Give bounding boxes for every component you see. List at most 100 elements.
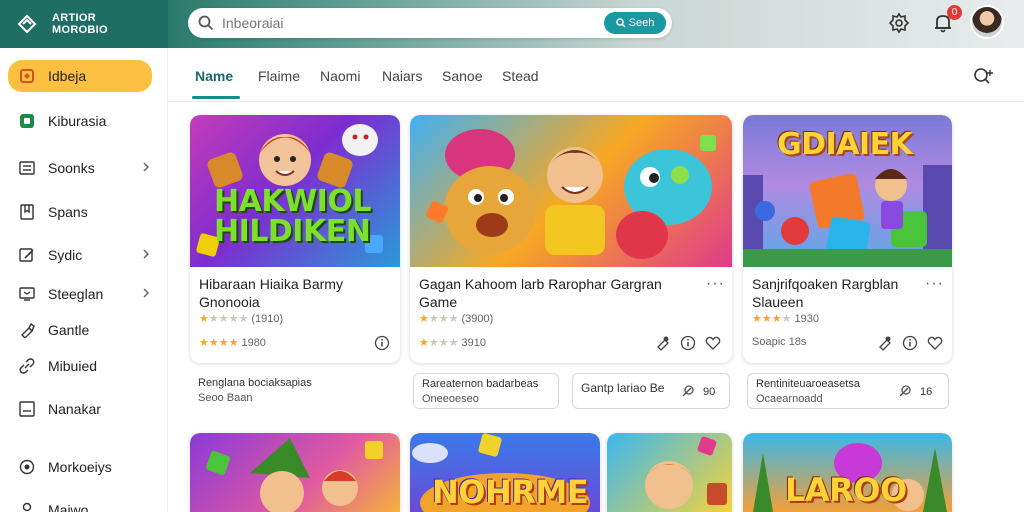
info-box-line2: Ocaearnoadd [756,393,823,405]
tab-bar: Name Flaime Naomi Naiars Sanoe Stead [168,48,1024,102]
star-rating-icon: ★★★★ [419,337,459,349]
game-card[interactable] [607,433,732,512]
user-search-icon[interactable] [972,64,996,88]
info-box-line1: Rentiniteuaroeasetsa [756,378,860,390]
more-options-icon[interactable]: ··· [925,275,944,293]
game-logo: HAKWIOL HILDIKEN [214,187,371,247]
game-thumbnail[interactable]: LAROO [743,433,952,512]
box-icon [18,400,36,418]
notification-bell-icon[interactable]: 0 [930,5,962,36]
link-icon [899,385,911,397]
tab-naomi[interactable]: Naomi [320,68,360,84]
game-thumbnail[interactable]: GDIAIEK [743,115,952,267]
tab-naiars[interactable]: Naiars [382,68,422,84]
search-button-icon [615,18,626,28]
heart-icon[interactable] [927,335,943,351]
sidebar-item-nanakar[interactable]: Nanakar [8,393,152,425]
search-bar: Seeh [188,8,672,38]
search-button-label: Seeh [628,17,655,29]
rating-count: 3910 [461,336,486,349]
game-card[interactable]: GDIAIEK Sanjrifqoaken Rargblan Slaueen ·… [743,115,952,363]
rating-row: ★★★★★ (1910) [199,312,284,326]
star-rating-icon: ★★★★ [419,313,459,325]
info-box[interactable]: Rentiniteuaroeasetsa Ocaearnoadd 16 [747,373,949,409]
info-box[interactable]: Rareaternon badarbeas Oneeoeseo [413,373,559,409]
sidebar-item-soonks[interactable]: Soonks [8,152,152,184]
sidebar-item-label: Steeglan [48,286,104,302]
avatar[interactable] [970,5,1004,39]
game-card[interactable]: HAKWIOL HILDIKEN Hibaraan Hiaika Barmy G… [190,115,400,363]
tab-stead[interactable]: Stead [502,68,539,84]
game-title-line1: Gagan Kahoom larb Rarophar Gargran [419,276,662,292]
game-logo: LAROO [785,471,907,509]
game-card[interactable]: LAROO [743,433,952,512]
tab-flaime[interactable]: Flaime [258,68,300,84]
info-box-extra: 16 [920,386,933,398]
game-title-line2: Game [419,294,458,310]
tab-sanoe[interactable]: Sanoe [442,68,482,84]
puzzle-icon [18,67,36,85]
game-card[interactable] [190,433,400,512]
info-box[interactable]: Renglana bociaksapias Seoo Baan [190,373,400,409]
search-button[interactable]: Seeh [604,12,666,34]
game-thumbnail[interactable]: HAKWIOL HILDIKEN [190,115,400,267]
sidebar-item-idbeja[interactable]: Idbeja [8,60,152,92]
game-thumbnail[interactable]: NOHRME [410,433,600,512]
sidebar-item-label: Soonks [48,160,95,176]
rating-count: 1980 [241,336,266,349]
controller-icon[interactable] [877,335,893,351]
info-box-line1: Gantp lariao Be [581,381,665,395]
search-input[interactable] [222,15,582,31]
info-box[interactable]: Gantp lariao Be 90 [572,373,730,409]
list-icon [18,159,36,177]
game-card[interactable]: NOHRME [410,433,600,512]
game-title-line2: Gnonooia [199,294,260,310]
controller-icon[interactable] [655,335,671,351]
app-logo[interactable]: ARTIOR MOROBIO [52,12,108,36]
game-card[interactable]: Gagan Kahoom larb Rarophar Gargran Game … [410,115,732,363]
rating-count: (1910) [251,312,284,325]
sidebar-item-kiburasia[interactable]: Kiburasia [8,105,152,137]
logo-line2: MOROBIO [52,24,108,36]
sidebar-item-label: Gantle [48,322,90,338]
sidebar-item-spans[interactable]: Spans [8,196,152,228]
top-bar: ARTIOR MOROBIO Seeh 0 [0,0,1024,48]
star-rating-icon: ★★★★ [752,313,792,325]
menu-icon[interactable] [16,13,38,35]
bookmark-icon [18,203,36,221]
game-title-line2: Slaueen [752,294,804,310]
sidebar-item-sydic[interactable]: Sydic [8,239,152,271]
info-icon[interactable] [680,335,696,351]
sidebar-item-label: Morkoeiys [48,459,112,475]
sidebar-item-maiwo[interactable]: Maiwo [8,494,152,512]
game-title[interactable]: Gagan Kahoom larb Rarophar Gargran Game [419,275,662,311]
brush-icon [18,321,36,339]
sidebar-item-label: Mibuied [48,358,98,374]
game-thumbnail[interactable] [607,433,732,512]
game-logo-line2: HILDIKEN [214,214,371,249]
star-rating-icon: ★★★★ [199,337,239,349]
game-thumbnail[interactable] [190,433,400,512]
tv-icon [18,285,36,303]
rating-count: (3900) [461,312,494,325]
game-thumbnail[interactable] [410,115,732,267]
settings-icon[interactable] [886,10,912,36]
sidebar-item-label: Idbeja [48,68,87,84]
rating-row: ★★★★ 3910 [419,336,486,350]
sidebar-item-morkoeiys[interactable]: Morkoeiys [8,451,152,483]
info-icon[interactable] [902,335,918,351]
edit-icon [18,246,36,264]
sidebar-item-mibuied[interactable]: Mibuied [8,350,152,382]
more-options-icon[interactable]: ··· [706,275,725,293]
game-title[interactable]: Sanjrifqoaken Rargblan Slaueen [752,275,898,311]
active-tab-indicator [192,96,240,99]
game-title[interactable]: Hibaraan Hiaika Barmy Gnonooia [199,275,343,311]
heart-icon[interactable] [705,335,721,351]
sidebar-item-label: Kiburasia [48,113,107,129]
sidebar-item-steeglan[interactable]: Steeglan [8,278,152,310]
tab-name[interactable]: Name [195,68,233,84]
sidebar-item-gantle[interactable]: Gantle [8,314,152,346]
sidebar: Idbeja Kiburasia Soonks Spans Sydic Stee… [0,48,168,512]
rating-count: 1930 [794,312,819,325]
info-icon[interactable] [374,335,390,351]
